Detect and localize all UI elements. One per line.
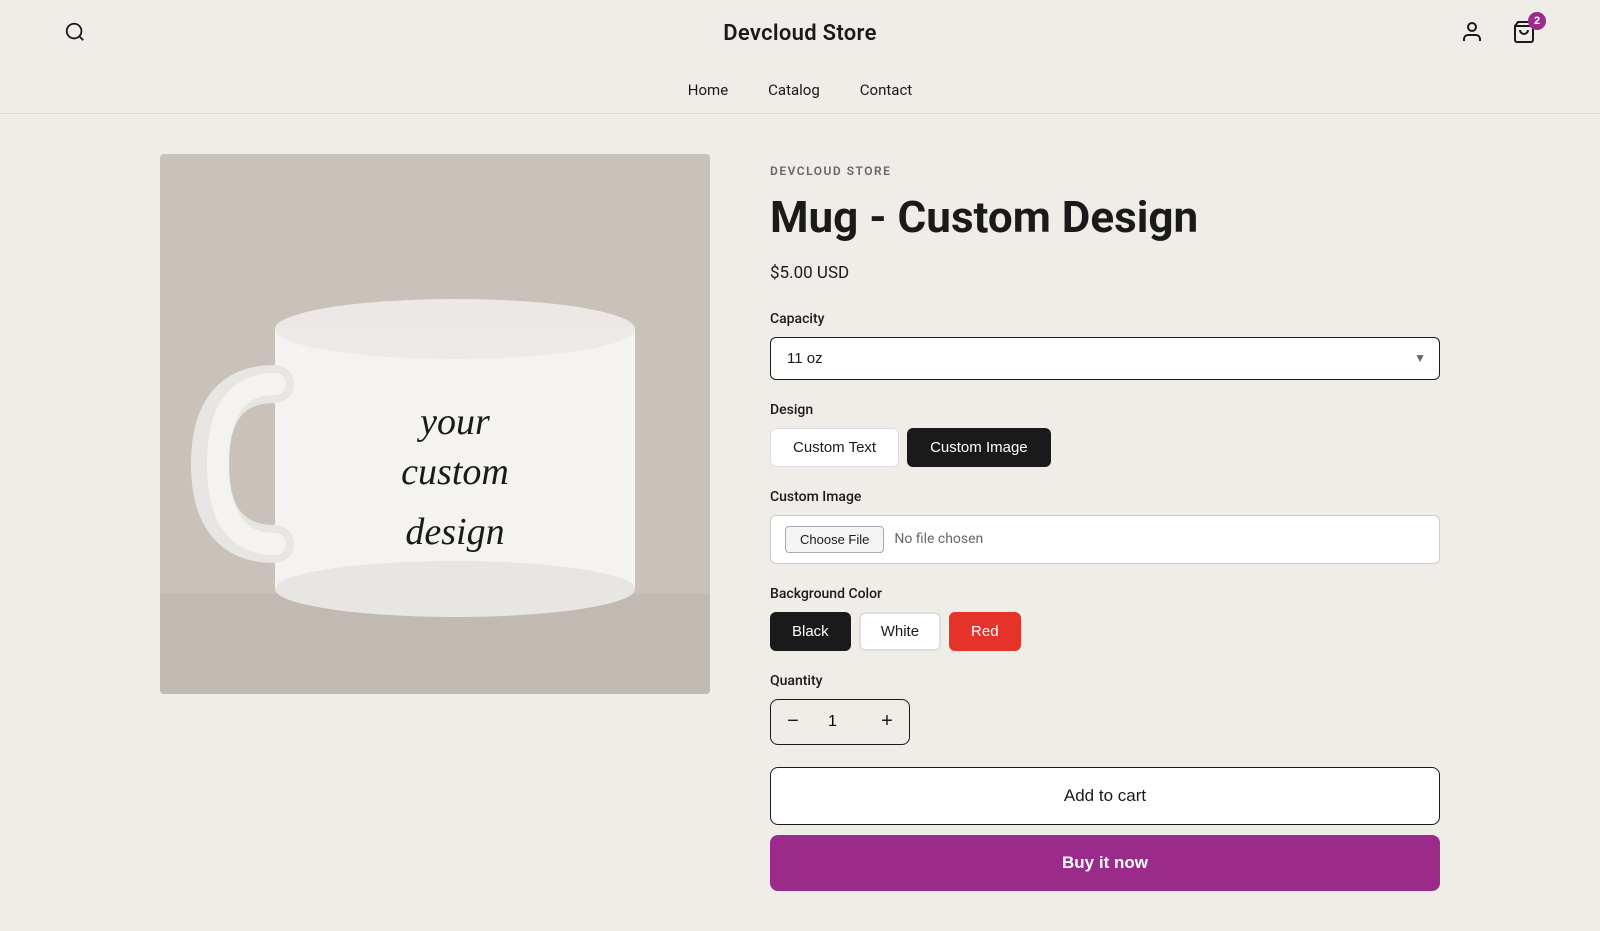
nav-home[interactable]: Home (688, 81, 728, 99)
mug-image: your custom design (160, 154, 710, 694)
background-color-group: Background Color Black White Red (770, 586, 1440, 651)
color-white-button[interactable]: White (859, 612, 941, 651)
color-black-button[interactable]: Black (770, 612, 851, 651)
svg-text:custom: custom (401, 451, 509, 493)
buy-now-button[interactable]: Buy it now (770, 835, 1440, 891)
color-red-button[interactable]: Red (949, 612, 1021, 651)
store-title: Devcloud Store (723, 21, 876, 46)
svg-text:your: your (416, 401, 490, 443)
header-right: 2 (1456, 16, 1540, 51)
capacity-label: Capacity (770, 311, 1440, 327)
header: Devcloud Store 2 Home Catalog Contact (0, 0, 1600, 114)
nav-bar: Home Catalog Contact (60, 67, 1540, 113)
add-to-cart-button[interactable]: Add to cart (770, 767, 1440, 825)
cart-button[interactable]: 2 (1508, 16, 1540, 51)
custom-text-button[interactable]: Custom Text (770, 428, 899, 467)
quantity-input[interactable] (815, 713, 865, 731)
capacity-select[interactable]: 11 oz 15 oz (770, 337, 1440, 380)
color-buttons: Black White Red (770, 612, 1440, 651)
capacity-select-wrapper: 11 oz 15 oz ▼ (770, 337, 1440, 380)
product-image: your custom design (160, 154, 710, 694)
nav-contact[interactable]: Contact (860, 81, 912, 99)
custom-image-label: Custom Image (770, 489, 1440, 505)
capacity-group: Capacity 11 oz 15 oz ▼ (770, 311, 1440, 380)
quantity-decrease-button[interactable]: − (771, 700, 815, 744)
header-top: Devcloud Store 2 (60, 0, 1540, 67)
main-content: your custom design DEVCLOUD STORE Mug - … (100, 114, 1500, 931)
user-icon (1460, 20, 1484, 44)
brand-label: DEVCLOUD STORE (770, 164, 1440, 178)
quantity-label: Quantity (770, 673, 1440, 689)
custom-image-button[interactable]: Custom Image (907, 428, 1051, 467)
search-icon (64, 21, 86, 43)
choose-file-button[interactable]: Choose File (785, 526, 884, 553)
quantity-group: Quantity − + (770, 673, 1440, 745)
search-button[interactable] (60, 17, 90, 50)
svg-text:design: design (405, 511, 504, 553)
design-label: Design (770, 402, 1440, 418)
quantity-wrapper: − + (770, 699, 910, 745)
background-color-label: Background Color (770, 586, 1440, 602)
custom-image-group: Custom Image Choose File No file chosen (770, 489, 1440, 564)
product-title: Mug - Custom Design (770, 192, 1440, 243)
design-buttons: Custom Text Custom Image (770, 428, 1440, 467)
nav-catalog[interactable]: Catalog (768, 81, 820, 99)
file-name-display: No file chosen (894, 531, 983, 547)
cart-badge: 2 (1528, 12, 1546, 30)
file-input-wrapper: Choose File No file chosen (770, 515, 1440, 564)
product-price: $5.00 USD (770, 263, 1440, 283)
product-image-container: your custom design (160, 154, 710, 891)
quantity-increase-button[interactable]: + (865, 700, 909, 744)
user-account-button[interactable] (1456, 16, 1488, 51)
design-group: Design Custom Text Custom Image (770, 402, 1440, 467)
header-left (60, 17, 90, 50)
product-details: DEVCLOUD STORE Mug - Custom Design $5.00… (770, 154, 1440, 891)
